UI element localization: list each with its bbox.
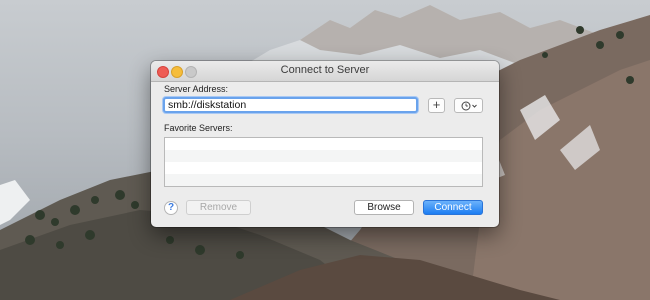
connect-to-server-dialog: Connect to Server Server Address: smb://… bbox=[151, 61, 499, 227]
list-item[interactable] bbox=[165, 150, 482, 162]
server-address-input[interactable]: smb://diskstation bbox=[163, 97, 418, 113]
plus-icon: + bbox=[432, 97, 441, 112]
title-bar[interactable]: Connect to Server bbox=[151, 61, 499, 82]
recent-servers-button[interactable] bbox=[454, 98, 483, 113]
help-button[interactable]: ? bbox=[164, 201, 178, 215]
add-favorite-button[interactable]: + bbox=[428, 98, 445, 113]
favorite-servers-label: Favorite Servers: bbox=[164, 123, 233, 133]
chevron-down-icon bbox=[472, 104, 477, 108]
remove-button: Remove bbox=[186, 200, 251, 215]
list-item[interactable] bbox=[165, 138, 482, 150]
list-item[interactable] bbox=[165, 162, 482, 174]
list-item[interactable] bbox=[165, 174, 482, 186]
favorite-servers-list[interactable] bbox=[164, 137, 483, 187]
server-address-label: Server Address: bbox=[164, 84, 229, 94]
window-title: Connect to Server bbox=[280, 64, 370, 76]
connect-button[interactable]: Connect bbox=[423, 200, 483, 215]
clock-icon bbox=[461, 101, 471, 111]
browse-button[interactable]: Browse bbox=[354, 200, 414, 215]
